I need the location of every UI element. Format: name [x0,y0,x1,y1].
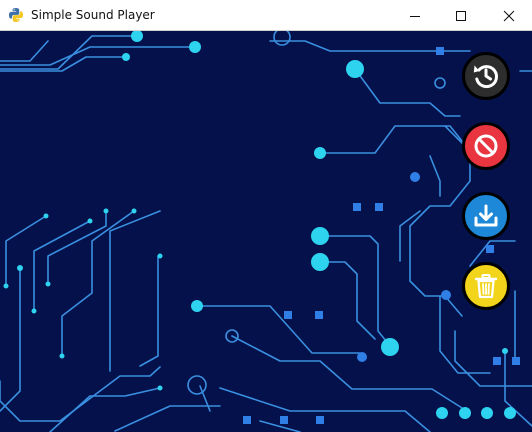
replay-button[interactable] [462,52,510,100]
download-icon [471,201,501,231]
replay-icon [470,60,502,92]
circuit-background [0,31,532,432]
close-icon [503,10,515,22]
trash-icon [471,271,501,301]
no-entry-icon [472,132,500,160]
title-bar[interactable]: Simple Sound Player [0,0,532,31]
python-icon [8,7,24,23]
delete-button[interactable] [462,262,510,310]
player-canvas[interactable] [0,31,532,432]
close-button[interactable] [486,0,532,31]
window-title: Simple Sound Player [31,8,155,22]
download-button[interactable] [462,192,510,240]
minimize-button[interactable] [392,0,438,31]
stop-button[interactable] [462,122,510,170]
maximize-icon [455,10,467,22]
app-window: Simple Sound Player [0,0,532,432]
minimize-icon [409,10,421,22]
maximize-button[interactable] [438,0,484,31]
